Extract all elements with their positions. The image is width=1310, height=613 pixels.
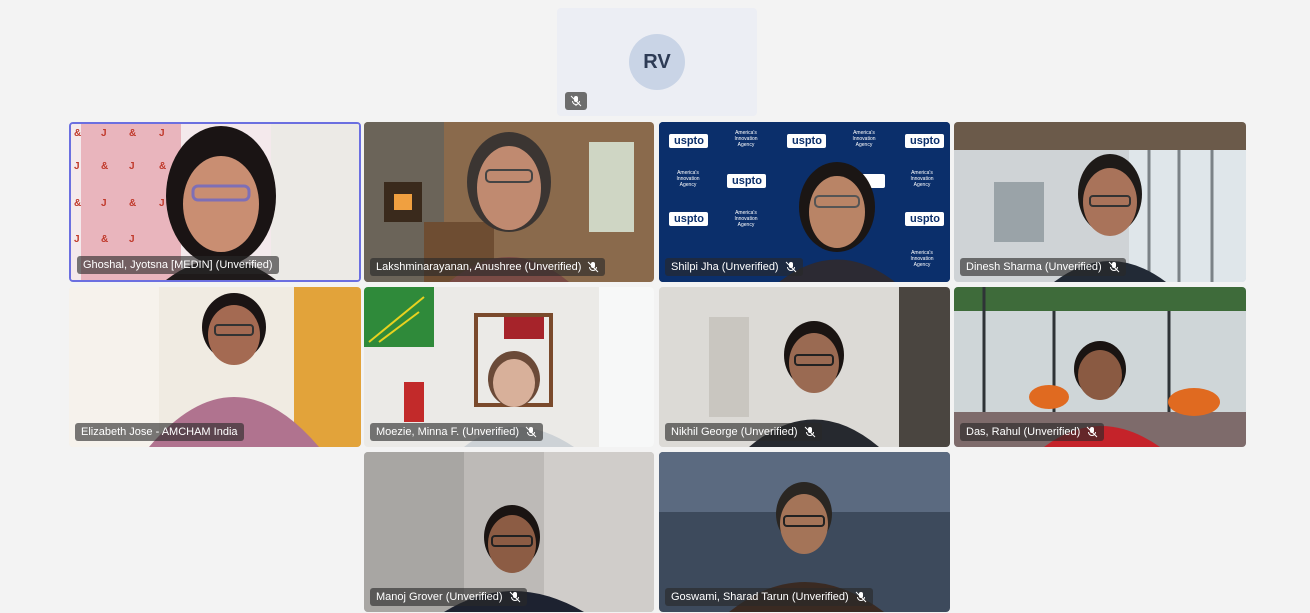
- mic-muted-icon: [785, 261, 796, 273]
- uspto-logo: uspto: [670, 134, 708, 148]
- uspto-logo: uspto: [670, 212, 708, 226]
- mic-muted-icon: [509, 591, 520, 603]
- participant-tile[interactable]: & J & J J & J & & J & J J & J Ghoshal, Jyotsna [MED…: [69, 122, 361, 282]
- uspto-logo: uspto: [906, 212, 944, 226]
- svg-text:&: &: [129, 128, 136, 139]
- participant-name-label: Lakshminarayanan, Anushree (Unverified): [370, 258, 606, 276]
- svg-text:&: &: [74, 198, 81, 209]
- agency-tagline: America's Innovation Agency: [910, 250, 934, 268]
- mic-muted-icon: [1108, 261, 1120, 273]
- uspto-logo: uspto: [906, 134, 944, 148]
- agency-tagline: America's Innovation Agency: [910, 170, 934, 188]
- participant-tile[interactable]: Dinesh Sharma (Unverified): [954, 122, 1246, 282]
- svg-text:&: &: [159, 161, 166, 172]
- participant-name-label: Ghoshal, Jyotsna [MEDIN] (Unverified): [77, 256, 279, 274]
- participant-name-label: Moezie, Minna F. (Unverified): [370, 423, 544, 441]
- svg-text:J: J: [74, 161, 80, 172]
- participant-name-label: Elizabeth Jose - AMCHAM India: [75, 423, 244, 441]
- svg-text:&: &: [74, 128, 81, 139]
- participant-tile[interactable]: Nikhil George (Unverified): [659, 287, 950, 447]
- mic-muted-icon: [565, 92, 587, 110]
- participant-name-label: Shilpi Jha (Unverified): [665, 258, 803, 276]
- agency-tagline: America's Innovation Agency: [852, 130, 876, 148]
- agency-tagline: America's Innovation Agency: [676, 170, 700, 188]
- svg-text:J: J: [101, 198, 107, 209]
- participant-tile[interactable]: Moezie, Minna F. (Unverified): [364, 287, 654, 447]
- agency-tagline: America's Innovation Agency: [734, 210, 758, 228]
- participant-name-label: Das, Rahul (Unverified): [960, 423, 1105, 441]
- svg-text:J: J: [129, 234, 135, 245]
- participant-tile[interactable]: Das, Rahul (Unverified): [954, 287, 1246, 447]
- uspto-logo: uspto: [788, 134, 826, 148]
- participant-tile-rv[interactable]: RV: [557, 8, 757, 116]
- mic-muted-icon: [588, 261, 599, 273]
- participant-tile[interactable]: Manoj Grover (Unverified): [364, 452, 654, 612]
- participant-tile[interactable]: Lakshminarayanan, Anushree (Unverified): [364, 122, 654, 282]
- mic-muted-icon: [1086, 426, 1098, 438]
- agency-tagline: America's Innovation Agency: [734, 130, 758, 148]
- mic-muted-icon: [855, 591, 867, 603]
- svg-text:J: J: [101, 128, 107, 139]
- svg-text:J: J: [159, 198, 165, 209]
- participant-name-label: Manoj Grover (Unverified): [370, 588, 527, 606]
- participant-tile[interactable]: Goswami, Sharad Tarun (Unverified): [659, 452, 950, 612]
- participant-tile[interactable]: Elizabeth Jose - AMCHAM India: [69, 287, 361, 447]
- uspto-logo: uspto: [728, 174, 766, 188]
- svg-text:&: &: [101, 161, 108, 172]
- svg-text:J: J: [74, 234, 80, 245]
- participant-name-label: Dinesh Sharma (Unverified): [960, 258, 1126, 276]
- svg-text:J: J: [159, 128, 165, 139]
- mic-muted-icon: [804, 426, 815, 438]
- svg-text:J: J: [129, 161, 135, 172]
- avatar: RV: [629, 34, 685, 90]
- mic-muted-icon: [525, 426, 537, 438]
- svg-text:&: &: [129, 198, 136, 209]
- participant-name-label: Nikhil George (Unverified): [665, 423, 822, 441]
- participant-tile[interactable]: uspto uspto uspto uspto uspto uspto Amer…: [659, 122, 950, 282]
- participant-name-label: Goswami, Sharad Tarun (Unverified): [665, 588, 873, 606]
- svg-text:&: &: [101, 234, 108, 245]
